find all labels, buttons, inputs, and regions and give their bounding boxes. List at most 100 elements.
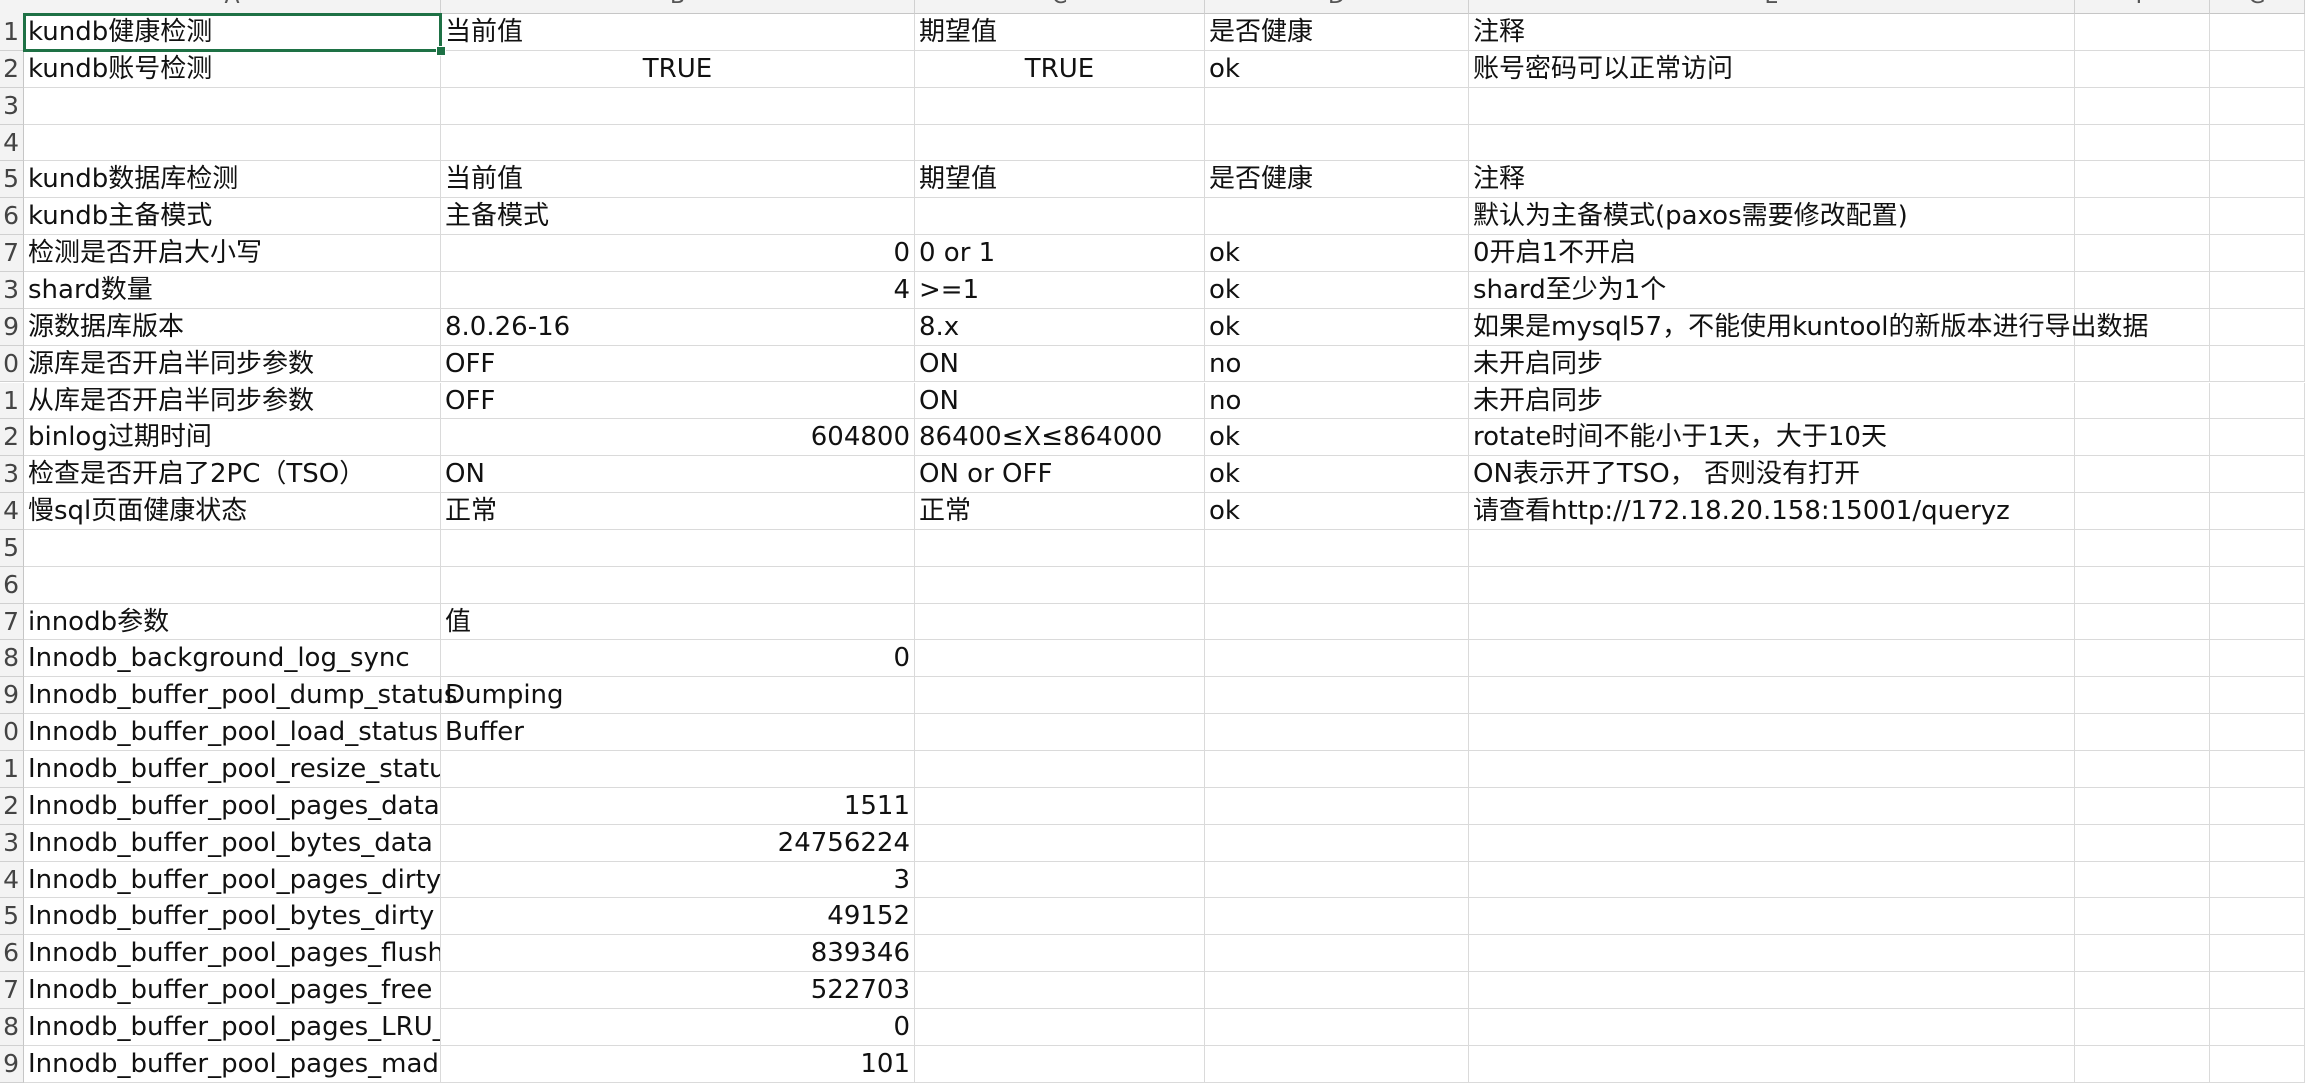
cell-g18[interactable] (2210, 640, 2305, 678)
cell-a11[interactable]: 从库是否开启半同步参数 (24, 382, 441, 420)
cell-g4[interactable] (2210, 124, 2305, 162)
cell-g11[interactable] (2210, 382, 2305, 420)
cell-g24[interactable] (2210, 861, 2305, 899)
cell-c2[interactable]: TRUE (915, 50, 1205, 88)
cell-g25[interactable] (2210, 898, 2305, 936)
cell-c19[interactable] (915, 677, 1205, 715)
cell-f24[interactable] (2075, 861, 2210, 899)
cell-e7[interactable]: 0开启1不开启 (1469, 235, 2075, 272)
select-all-corner[interactable] (0, 0, 25, 15)
cell-b4[interactable] (441, 124, 915, 162)
cell-g6[interactable] (2210, 198, 2305, 236)
cell-e17[interactable] (1469, 603, 2075, 641)
cell-b3[interactable] (441, 87, 915, 125)
cell-a27[interactable]: Innodb_buffer_pool_pages_free (24, 972, 441, 1009)
cell-a29[interactable]: Innodb_buffer_pool_pages_made_young (24, 1045, 441, 1083)
cell-e23[interactable] (1469, 824, 2075, 862)
cell-g7[interactable] (2210, 235, 2305, 272)
cell-g19[interactable] (2210, 677, 2305, 715)
cell-e15[interactable] (1469, 529, 2075, 567)
column-header-a[interactable]: A (24, 0, 441, 14)
cell-g29[interactable] (2210, 1045, 2305, 1083)
row-header-17[interactable]: 7 (0, 603, 24, 641)
cell-e24[interactable] (1469, 861, 2075, 899)
cell-c4[interactable] (915, 124, 1205, 162)
cell-a7[interactable]: 检测是否开启大小写 (24, 235, 441, 272)
cell-c6[interactable] (915, 198, 1205, 236)
cell-f7[interactable] (2075, 235, 2210, 272)
cell-f2[interactable] (2075, 50, 2210, 88)
cell-g9[interactable] (2210, 308, 2305, 346)
cell-e28[interactable] (1469, 1008, 2075, 1046)
row-header-16[interactable]: 6 (0, 566, 24, 604)
cell-c20[interactable] (915, 714, 1205, 751)
cell-a2[interactable]: kundb账号检测 (24, 50, 441, 88)
cell-b24[interactable]: 3 (441, 861, 915, 899)
cell-f16[interactable] (2075, 566, 2210, 604)
cell-f13[interactable] (2075, 456, 2210, 494)
cell-c27[interactable] (915, 972, 1205, 1009)
cell-b23[interactable]: 24756224 (441, 824, 915, 862)
cell-e26[interactable] (1469, 935, 2075, 973)
cell-d6[interactable] (1205, 198, 1469, 236)
cell-d4[interactable] (1205, 124, 1469, 162)
cell-b15[interactable] (441, 529, 915, 567)
cell-e20[interactable] (1469, 714, 2075, 751)
cell-f23[interactable] (2075, 824, 2210, 862)
cell-b27[interactable]: 522703 (441, 972, 915, 1009)
cell-d17[interactable] (1205, 603, 1469, 641)
cell-c1[interactable]: 期望值 (915, 14, 1205, 51)
cell-b11[interactable]: OFF (441, 382, 915, 420)
cell-b5[interactable]: 当前值 (441, 161, 915, 199)
cell-c8[interactable]: >=1 (915, 271, 1205, 309)
cell-g26[interactable] (2210, 935, 2305, 973)
spreadsheet[interactable]: ABCDEFG1kundb健康检测当前值期望值是否健康注释2kundb账号检测T… (0, 0, 2305, 1090)
cell-g20[interactable] (2210, 714, 2305, 751)
cell-f15[interactable] (2075, 529, 2210, 567)
cell-c9[interactable]: 8.x (915, 308, 1205, 346)
cell-b21[interactable] (441, 751, 915, 788)
row-header-3[interactable]: 3 (0, 87, 24, 125)
cell-c24[interactable] (915, 861, 1205, 899)
cell-f4[interactable] (2075, 124, 2210, 162)
cell-a12[interactable]: binlog过期时间 (24, 419, 441, 457)
cell-d29[interactable] (1205, 1045, 1469, 1083)
cell-e2[interactable]: 账号密码可以正常访问 (1469, 50, 2075, 88)
cell-d5[interactable]: 是否健康 (1205, 161, 1469, 199)
cell-g21[interactable] (2210, 751, 2305, 788)
row-header-26[interactable]: 6 (0, 935, 24, 973)
cell-e5[interactable]: 注释 (1469, 161, 2075, 199)
cell-a6[interactable]: kundb主备模式 (24, 198, 441, 236)
row-header-2[interactable]: 2 (0, 50, 24, 88)
cell-e4[interactable] (1469, 124, 2075, 162)
cell-e9[interactable]: 如果是mysql57，不能使用kuntool的新版本进行导出数据 (1469, 308, 2149, 346)
cell-a21[interactable]: Innodb_buffer_pool_resize_status (24, 751, 441, 788)
cell-f22[interactable] (2075, 787, 2210, 825)
cell-e27[interactable] (1469, 972, 2075, 1009)
row-header-7[interactable]: 7 (0, 235, 24, 272)
cell-e11[interactable]: 未开启同步 (1469, 382, 2075, 420)
cell-e16[interactable] (1469, 566, 2075, 604)
cell-f17[interactable] (2075, 603, 2210, 641)
cell-g12[interactable] (2210, 419, 2305, 457)
row-header-5[interactable]: 5 (0, 161, 24, 199)
cell-a28[interactable]: Innodb_buffer_pool_pages_LRU_flushed (24, 1008, 441, 1046)
cell-c17[interactable] (915, 603, 1205, 641)
cell-f27[interactable] (2075, 972, 2210, 1009)
cell-d23[interactable] (1205, 824, 1469, 862)
cell-f8[interactable] (2075, 271, 2210, 309)
cell-e8[interactable]: shard至少为1个 (1469, 271, 2075, 309)
cell-f5[interactable] (2075, 161, 2210, 199)
cell-e21[interactable] (1469, 751, 2075, 788)
cell-e6[interactable]: 默认为主备模式(paxos需要修改配置) (1469, 198, 2075, 236)
cell-d2[interactable]: ok (1205, 50, 1469, 88)
row-header-19[interactable]: 9 (0, 677, 24, 715)
cell-f26[interactable] (2075, 935, 2210, 973)
cell-g14[interactable] (2210, 493, 2305, 530)
cell-c26[interactable] (915, 935, 1205, 973)
cell-d11[interactable]: no (1205, 382, 1469, 420)
cell-b25[interactable]: 49152 (441, 898, 915, 936)
cell-c3[interactable] (915, 87, 1205, 125)
column-header-f[interactable]: F (2075, 0, 2210, 14)
cell-g5[interactable] (2210, 161, 2305, 199)
